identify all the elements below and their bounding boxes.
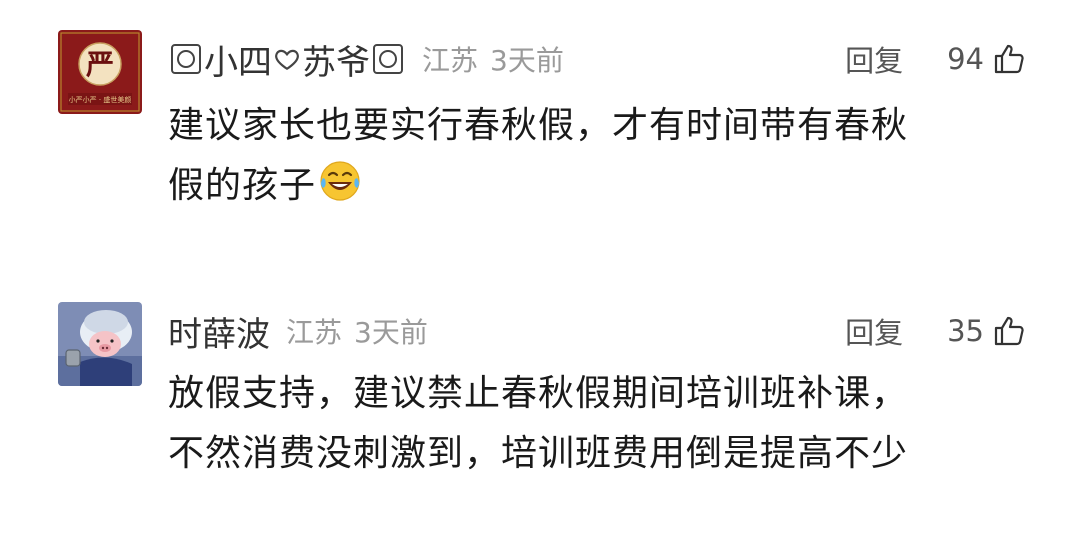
reply-button[interactable]: 回复: [845, 38, 903, 80]
thumbs-up-icon: [994, 316, 1024, 346]
comment-meta: 江苏 3天前: [286, 311, 428, 351]
comment-text-segment: 假的孩子: [168, 165, 317, 206]
avatar-image: 严 小严小严 · 盛世美颜: [58, 30, 142, 114]
like-button[interactable]: [992, 314, 1026, 348]
comment-text: 建议家长也要实行春秋假，才有时间带有春秋 假的孩子: [168, 96, 1028, 216]
like-button[interactable]: [992, 42, 1026, 76]
comment-meta: 江苏 3天前: [422, 39, 564, 79]
timestamp: 3天前: [490, 44, 564, 77]
thumbs-up-icon: [994, 44, 1024, 74]
comment-text-line: 放假支持，建议禁止春秋假期间培训班补课，: [168, 373, 909, 414]
avatar-initial: 严: [86, 48, 114, 81]
comment-header: 小四 苏爷 江苏 3天前 回复 94: [168, 34, 1026, 84]
avatar-caption: 小严小严 · 盛世美颜: [69, 95, 132, 104]
heart-outline-icon: [275, 49, 299, 71]
reply-button[interactable]: 回复: [845, 310, 903, 352]
laughing-tears-emoji-icon: [318, 159, 362, 203]
timestamp: 3天前: [354, 316, 428, 349]
comment-item: 严 小严小严 · 盛世美颜 小四 苏爷 江苏 3天前 回复 94 建议家长也要实行…: [0, 0, 1080, 260]
comment-text: 放假支持，建议禁止春秋假期间培训班补课， 不然消费没刺激到，培训班费用倒是提高不…: [168, 364, 1028, 484]
frame-symbol-icon: [373, 44, 403, 74]
avatar[interactable]: 严 小严小严 · 盛世美颜: [58, 30, 142, 114]
avatar-image: [58, 302, 142, 386]
username-part: 小四: [204, 42, 272, 83]
comment-text-line: 建议家长也要实行春秋假，才有时间带有春秋: [168, 105, 909, 146]
comment-text-line-2: 假的孩子: [168, 156, 1028, 216]
like-count: 35: [947, 314, 984, 348]
location-text: 江苏: [286, 316, 343, 349]
username[interactable]: 时薛波: [168, 307, 270, 356]
avatar[interactable]: [58, 302, 142, 386]
username[interactable]: 小四 苏爷: [168, 35, 406, 84]
like-count: 94: [947, 42, 984, 76]
frame-symbol-icon: [171, 44, 201, 74]
comment-header: 时薛波 江苏 3天前 回复 35: [168, 306, 1026, 356]
comment-text-line: 不然消费没刺激到，培训班费用倒是提高不少: [168, 433, 909, 474]
username-part: 苏爷: [302, 42, 370, 83]
comment-item: 时薛波 江苏 3天前 回复 35 放假支持，建议禁止春秋假期间培训班补课， 不然消…: [0, 270, 1080, 536]
location-text: 江苏: [422, 44, 479, 77]
